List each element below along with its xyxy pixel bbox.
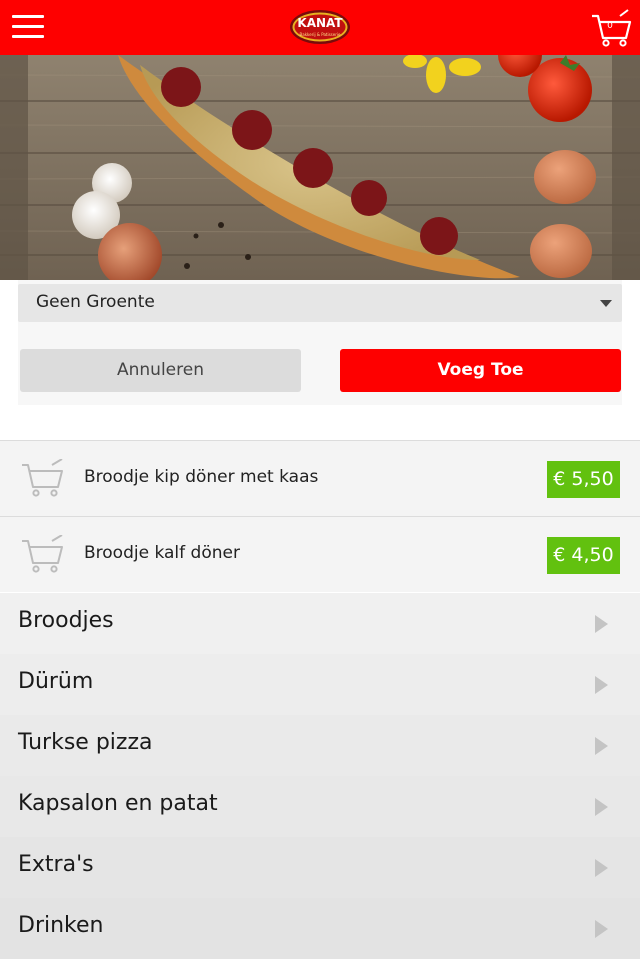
price-badge: € 5,50 xyxy=(547,461,620,498)
category-item-durum[interactable]: Dürüm xyxy=(0,654,640,715)
add-to-cart-button[interactable]: Voeg Toe xyxy=(340,349,621,392)
category-label: Drinken xyxy=(18,913,104,938)
cart-count-badge: 0 xyxy=(607,21,613,31)
category-label: Turkse pizza xyxy=(18,730,153,755)
category-label: Broodjes xyxy=(18,608,114,633)
chevron-right-icon xyxy=(595,615,608,633)
cart-icon xyxy=(22,459,63,497)
menu-icon[interactable] xyxy=(12,14,44,40)
chevron-right-icon xyxy=(595,859,608,877)
app-header: KANAT Bakkerij & Patisserie 0 xyxy=(0,0,640,55)
cancel-button[interactable]: Annuleren xyxy=(20,349,301,392)
cart-list: Broodje kip döner met kaas € 5,50 Broodj… xyxy=(0,440,640,592)
product-image xyxy=(0,55,640,280)
category-item-kapsalon-en-patat[interactable]: Kapsalon en patat xyxy=(0,776,640,837)
chevron-down-icon xyxy=(600,300,612,307)
cart-icon xyxy=(22,535,63,573)
vegetable-select[interactable]: Geen Groente xyxy=(18,284,622,322)
cart-button[interactable]: 0 xyxy=(590,8,634,48)
chevron-right-icon xyxy=(595,920,608,938)
logo-text: KANAT xyxy=(297,16,343,30)
category-item-turkse-pizza[interactable]: Turkse pizza xyxy=(0,715,640,776)
category-item-extras[interactable]: Extra's xyxy=(0,837,640,898)
select-value: Geen Groente xyxy=(36,292,155,312)
category-list: Broodjes Dürüm Turkse pizza Kapsalon en … xyxy=(0,593,640,959)
cart-item-name: Broodje kalf döner xyxy=(84,543,240,563)
category-label: Extra's xyxy=(18,852,94,877)
chevron-right-icon xyxy=(595,798,608,816)
category-label: Dürüm xyxy=(18,669,94,694)
category-item-broodjes[interactable]: Broodjes xyxy=(0,593,640,654)
price-badge: € 4,50 xyxy=(547,537,620,574)
cart-list-item[interactable]: Broodje kalf döner € 4,50 xyxy=(0,516,640,592)
cart-item-name: Broodje kip döner met kaas xyxy=(84,467,319,487)
cart-list-item[interactable]: Broodje kip döner met kaas € 5,50 xyxy=(0,440,640,516)
logo[interactable]: KANAT Bakkerij & Patisserie xyxy=(289,9,351,45)
category-label: Kapsalon en patat xyxy=(18,791,218,816)
chevron-right-icon xyxy=(595,737,608,755)
logo-subtext: Bakkerij & Patisserie xyxy=(300,32,341,37)
chevron-right-icon xyxy=(595,676,608,694)
category-item-drinken[interactable]: Drinken xyxy=(0,898,640,959)
